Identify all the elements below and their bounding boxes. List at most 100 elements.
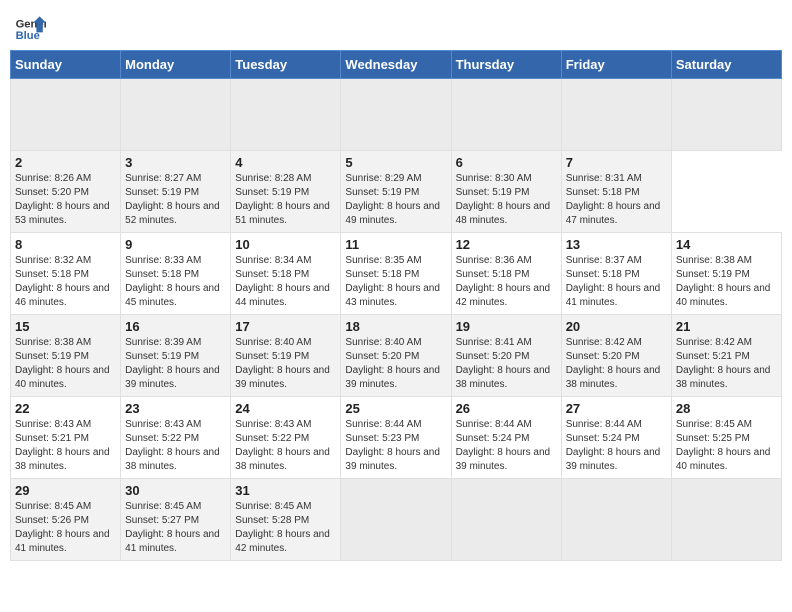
calendar-cell: 7 Sunrise: 8:31 AMSunset: 5:18 PMDaylight…: [561, 151, 671, 233]
calendar-cell: 15Sunrise: 8:38 AMSunset: 5:19 PMDayligh…: [11, 315, 121, 397]
calendar-cell: 17Sunrise: 8:40 AMSunset: 5:19 PMDayligh…: [231, 315, 341, 397]
calendar-cell: 5 Sunrise: 8:29 AMSunset: 5:19 PMDaylight…: [341, 151, 451, 233]
calendar-cell: 13 Sunrise: 8:37 AMSunset: 5:18 PMDayligh…: [561, 233, 671, 315]
calendar-cell: 26 Sunrise: 8:44 AMSunset: 5:24 PMDayligh…: [451, 397, 561, 479]
day-number: 8: [15, 237, 116, 252]
calendar-cell: 27 Sunrise: 8:44 AMSunset: 5:24 PMDayligh…: [561, 397, 671, 479]
day-number: 26: [456, 401, 557, 416]
calendar-cell: 19 Sunrise: 8:41 AMSunset: 5:20 PMDayligh…: [451, 315, 561, 397]
day-number: 10: [235, 237, 336, 252]
calendar-cell: [341, 479, 451, 561]
day-number: 9: [125, 237, 226, 252]
svg-text:Blue: Blue: [16, 30, 40, 42]
day-info: Sunrise: 8:41 AMSunset: 5:20 PMDaylight:…: [456, 336, 557, 392]
header-friday: Friday: [561, 51, 671, 79]
day-info: Sunrise: 8:33 AMSunset: 5:18 PMDaylight:…: [125, 254, 226, 310]
header-tuesday: Tuesday: [231, 51, 341, 79]
calendar-cell: 2 Sunrise: 8:26 AMSunset: 5:20 PMDaylight…: [11, 151, 121, 233]
day-number: 13: [566, 237, 667, 252]
calendar-cell: 9 Sunrise: 8:33 AMSunset: 5:18 PMDaylight…: [121, 233, 231, 315]
logo: General Blue: [14, 10, 50, 42]
day-number: 5: [345, 155, 446, 170]
day-number: 6: [456, 155, 557, 170]
day-number: 19: [456, 319, 557, 334]
day-number: 18: [345, 319, 446, 334]
calendar-cell: 8 Sunrise: 8:32 AMSunset: 5:18 PMDaylight…: [11, 233, 121, 315]
day-info: Sunrise: 8:26 AMSunset: 5:20 PMDaylight:…: [15, 172, 116, 228]
day-info: Sunrise: 8:44 AMSunset: 5:24 PMDaylight:…: [566, 418, 667, 474]
day-number: 21: [676, 319, 777, 334]
calendar-cell: [561, 479, 671, 561]
calendar-cell: 31 Sunrise: 8:45 AMSunset: 5:28 PMDayligh…: [231, 479, 341, 561]
calendar-cell: 11 Sunrise: 8:35 AMSunset: 5:18 PMDayligh…: [341, 233, 451, 315]
day-info: Sunrise: 8:32 AMSunset: 5:18 PMDaylight:…: [15, 254, 116, 310]
day-info: Sunrise: 8:34 AMSunset: 5:18 PMDaylight:…: [235, 254, 336, 310]
day-info: Sunrise: 8:45 AMSunset: 5:25 PMDaylight:…: [676, 418, 777, 474]
day-info: Sunrise: 8:43 AMSunset: 5:22 PMDaylight:…: [125, 418, 226, 474]
calendar-cell: 10 Sunrise: 8:34 AMSunset: 5:18 PMDayligh…: [231, 233, 341, 315]
calendar-cell: 25 Sunrise: 8:44 AMSunset: 5:23 PMDayligh…: [341, 397, 451, 479]
calendar-cell: 21 Sunrise: 8:42 AMSunset: 5:21 PMDayligh…: [671, 315, 781, 397]
day-info: Sunrise: 8:45 AMSunset: 5:27 PMDaylight:…: [125, 500, 226, 556]
calendar-header-row: SundayMondayTuesdayWednesdayThursdayFrid…: [11, 51, 782, 79]
calendar-table: SundayMondayTuesdayWednesdayThursdayFrid…: [10, 50, 782, 561]
header-thursday: Thursday: [451, 51, 561, 79]
calendar-cell: [671, 79, 781, 151]
day-number: 24: [235, 401, 336, 416]
calendar-cell: [561, 79, 671, 151]
logo-icon: General Blue: [14, 10, 46, 42]
calendar-cell: 28 Sunrise: 8:45 AMSunset: 5:25 PMDayligh…: [671, 397, 781, 479]
calendar-cell: 30Sunrise: 8:45 AMSunset: 5:27 PMDayligh…: [121, 479, 231, 561]
day-number: 11: [345, 237, 446, 252]
calendar-cell: [451, 479, 561, 561]
day-info: Sunrise: 8:31 AMSunset: 5:18 PMDaylight:…: [566, 172, 667, 228]
day-number: 14: [676, 237, 777, 252]
day-info: Sunrise: 8:45 AMSunset: 5:26 PMDaylight:…: [15, 500, 116, 556]
calendar-cell: [11, 79, 121, 151]
day-number: 25: [345, 401, 446, 416]
day-number: 12: [456, 237, 557, 252]
calendar-cell: 18 Sunrise: 8:40 AMSunset: 5:20 PMDayligh…: [341, 315, 451, 397]
calendar-cell: [671, 479, 781, 561]
day-info: Sunrise: 8:38 AMSunset: 5:19 PMDaylight:…: [676, 254, 777, 310]
day-info: Sunrise: 8:42 AMSunset: 5:20 PMDaylight:…: [566, 336, 667, 392]
week-row-1: [11, 79, 782, 151]
day-info: Sunrise: 8:42 AMSunset: 5:21 PMDaylight:…: [676, 336, 777, 392]
week-row-2: 2 Sunrise: 8:26 AMSunset: 5:20 PMDaylight…: [11, 151, 782, 233]
day-number: 29: [15, 483, 116, 498]
day-info: Sunrise: 8:45 AMSunset: 5:28 PMDaylight:…: [235, 500, 336, 556]
day-number: 3: [125, 155, 226, 170]
day-info: Sunrise: 8:43 AMSunset: 5:21 PMDaylight:…: [15, 418, 116, 474]
day-number: 4: [235, 155, 336, 170]
day-info: Sunrise: 8:37 AMSunset: 5:18 PMDaylight:…: [566, 254, 667, 310]
header-wednesday: Wednesday: [341, 51, 451, 79]
day-number: 31: [235, 483, 336, 498]
day-number: 23: [125, 401, 226, 416]
day-info: Sunrise: 8:35 AMSunset: 5:18 PMDaylight:…: [345, 254, 446, 310]
day-info: Sunrise: 8:28 AMSunset: 5:19 PMDaylight:…: [235, 172, 336, 228]
day-info: Sunrise: 8:40 AMSunset: 5:19 PMDaylight:…: [235, 336, 336, 392]
day-number: 7: [566, 155, 667, 170]
day-info: Sunrise: 8:29 AMSunset: 5:19 PMDaylight:…: [345, 172, 446, 228]
header-sunday: Sunday: [11, 51, 121, 79]
day-info: Sunrise: 8:30 AMSunset: 5:19 PMDaylight:…: [456, 172, 557, 228]
day-info: Sunrise: 8:44 AMSunset: 5:24 PMDaylight:…: [456, 418, 557, 474]
day-info: Sunrise: 8:40 AMSunset: 5:20 PMDaylight:…: [345, 336, 446, 392]
calendar-cell: 22 Sunrise: 8:43 AMSunset: 5:21 PMDayligh…: [11, 397, 121, 479]
header-saturday: Saturday: [671, 51, 781, 79]
day-info: Sunrise: 8:39 AMSunset: 5:19 PMDaylight:…: [125, 336, 226, 392]
day-info: Sunrise: 8:43 AMSunset: 5:22 PMDaylight:…: [235, 418, 336, 474]
day-number: 20: [566, 319, 667, 334]
calendar-cell: 20 Sunrise: 8:42 AMSunset: 5:20 PMDayligh…: [561, 315, 671, 397]
calendar-cell: 14 Sunrise: 8:38 AMSunset: 5:19 PMDayligh…: [671, 233, 781, 315]
day-info: Sunrise: 8:36 AMSunset: 5:18 PMDaylight:…: [456, 254, 557, 310]
week-row-6: 29 Sunrise: 8:45 AMSunset: 5:26 PMDayligh…: [11, 479, 782, 561]
day-number: 2: [15, 155, 116, 170]
day-number: 28: [676, 401, 777, 416]
calendar-cell: [121, 79, 231, 151]
day-number: 22: [15, 401, 116, 416]
calendar-cell: [341, 79, 451, 151]
day-info: Sunrise: 8:44 AMSunset: 5:23 PMDaylight:…: [345, 418, 446, 474]
day-number: 27: [566, 401, 667, 416]
header-monday: Monday: [121, 51, 231, 79]
